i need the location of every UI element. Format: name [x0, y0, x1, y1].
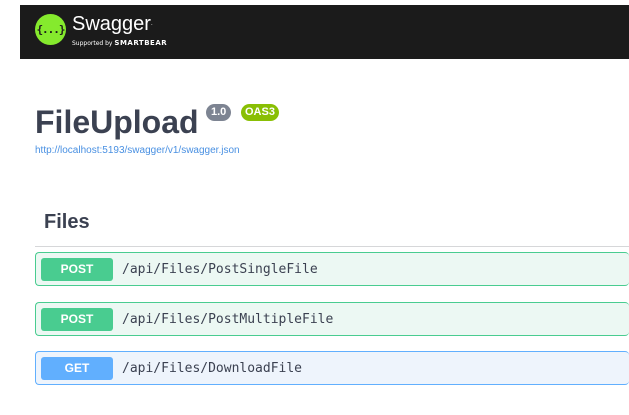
operation-path: /api/Files/PostSingleFile: [122, 262, 318, 277]
swagger-logo-icon[interactable]: {...}: [35, 14, 66, 45]
logo-glyph: {...}: [36, 23, 65, 36]
trademark-mark: .: [150, 21, 153, 27]
tagline-company: SMARTBEAR: [114, 39, 168, 47]
brand-name[interactable]: Swagger.: [72, 13, 153, 35]
spec-url-link[interactable]: http://localhost:5193/swagger/v1/swagger…: [35, 145, 240, 156]
operation-path: /api/Files/PostMultipleFile: [122, 312, 334, 327]
method-badge: POST: [41, 308, 113, 331]
method-badge: GET: [41, 357, 113, 380]
tag-divider: [35, 246, 629, 247]
operation-get-download-file[interactable]: GET /api/Files/DownloadFile: [35, 351, 629, 385]
tagline-prefix: Supported by: [72, 40, 113, 47]
tag-section-title[interactable]: Files: [44, 211, 90, 234]
method-badge: POST: [41, 258, 113, 281]
operation-post-single-file[interactable]: POST /api/Files/PostSingleFile: [35, 252, 629, 286]
oas-badge: OAS3: [241, 104, 279, 121]
swagger-topbar: {...} Swagger. Supported by SMARTBEAR: [20, 5, 629, 59]
api-title: FileUpload: [35, 104, 199, 140]
brand-text: Swagger: [72, 13, 151, 35]
operation-path: /api/Files/DownloadFile: [122, 361, 303, 376]
version-badge: 1.0: [206, 104, 232, 121]
operation-post-multiple-file[interactable]: POST /api/Files/PostMultipleFile: [35, 302, 629, 336]
supported-by-tagline: Supported by SMARTBEAR: [72, 39, 167, 47]
